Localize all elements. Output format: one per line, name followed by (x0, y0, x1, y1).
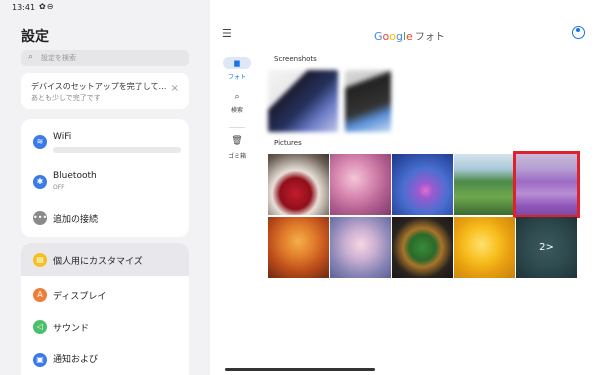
setup-title: デバイスのセットアップを完了して… (31, 82, 167, 91)
settings-item-bluetooth[interactable]: ✱ Bluetooth OFF (21, 165, 189, 199)
settings-item-label: サウンド (53, 324, 90, 334)
photo-green-valley[interactable] (454, 154, 515, 215)
settings-item-label: ディスプレイ (53, 292, 107, 302)
nav-search-label: 検索 (230, 107, 243, 114)
settings-item-notifications[interactable]: ▣ 通知および (21, 347, 189, 373)
screenshot-thumbnail[interactable] (268, 70, 338, 132)
notification-icon: ▣ (33, 353, 47, 367)
settings-item-label: 追加の接続 (53, 215, 99, 225)
photo-autumn-path[interactable] (268, 217, 329, 278)
nav-photos-label: フォト (227, 74, 246, 81)
photo-bokeh[interactable] (330, 217, 391, 278)
redacted-text (53, 147, 181, 153)
trash-icon[interactable]: 🗑 (223, 136, 251, 146)
close-icon[interactable]: × (171, 83, 179, 94)
settings-item-label: WiFi (53, 132, 72, 142)
photo-lavender-field[interactable] (513, 151, 580, 218)
palette-icon: ▤ (33, 253, 47, 267)
search-placeholder: 設定を検索 (41, 54, 76, 62)
nav-photos[interactable]: ▆ (223, 57, 251, 69)
app-title: Google フォト (374, 30, 445, 43)
connections-group: ≋ WiFi ✱ Bluetooth OFF ••• 追加の接続 (21, 119, 189, 237)
home-indicator[interactable] (225, 368, 375, 371)
settings-item-more-connections[interactable]: ••• 追加の接続 (21, 203, 189, 233)
nav-trash-label: ゴミ箱 (227, 153, 246, 160)
photo-lotus[interactable] (392, 154, 453, 215)
status-icons: ✿⊖ (39, 2, 55, 11)
settings-item-sound[interactable]: ◁ サウンド (21, 314, 189, 340)
photo-yellow-rose[interactable] (454, 217, 515, 278)
wifi-icon: ≋ (33, 135, 47, 149)
display-icon: A (33, 288, 47, 302)
bluetooth-icon: ✱ (33, 175, 47, 189)
search-input[interactable]: ⌕ 設定を検索 (21, 50, 189, 66)
more-icon: ••• (33, 211, 47, 225)
menu-icon[interactable]: ☰ (222, 27, 232, 40)
settings-item-customize[interactable]: ▤ 個人用にカスタマイズ (21, 243, 189, 276)
settings-item-sub: OFF (53, 184, 65, 191)
settings-item-label: 個人用にカスタマイズ (53, 257, 143, 267)
section-title-pictures: Pictures (274, 139, 302, 147)
settings-pane: 設定 ⌕ 設定を検索 デバイスのセットアップを完了して… あとも少しで完了です … (0, 0, 210, 375)
photo-cherry-blossoms[interactable] (330, 154, 391, 215)
status-time: 13:41 (12, 3, 36, 12)
screenshot-thumbnail[interactable] (345, 70, 391, 132)
more-photos-count: 2> (539, 242, 554, 253)
search-icon: ⌕ (28, 52, 34, 62)
settings-item-label: 通知および (53, 355, 99, 365)
page-title: 設定 (21, 29, 49, 45)
photo-basil-bowl[interactable] (392, 217, 453, 278)
setup-reminder-card[interactable]: デバイスのセットアップを完了して… あとも少しで完了です × (21, 73, 189, 109)
account-icon[interactable] (572, 26, 585, 39)
settings-item-label: Bluetooth (53, 171, 97, 181)
sound-icon: ◁ (33, 320, 47, 334)
search-icon[interactable]: ⌕ (223, 92, 251, 102)
settings-item-wifi[interactable]: ≋ WiFi (21, 125, 189, 159)
setup-subtitle: あとも少しで完了です (31, 94, 101, 102)
photo-more-tile[interactable]: 2> (516, 217, 577, 278)
photo-strawberries[interactable] (268, 154, 329, 215)
section-title-screenshots: Screenshots (274, 55, 317, 63)
settings-item-display[interactable]: A ディスプレイ (21, 282, 189, 308)
rail-divider (229, 127, 245, 128)
